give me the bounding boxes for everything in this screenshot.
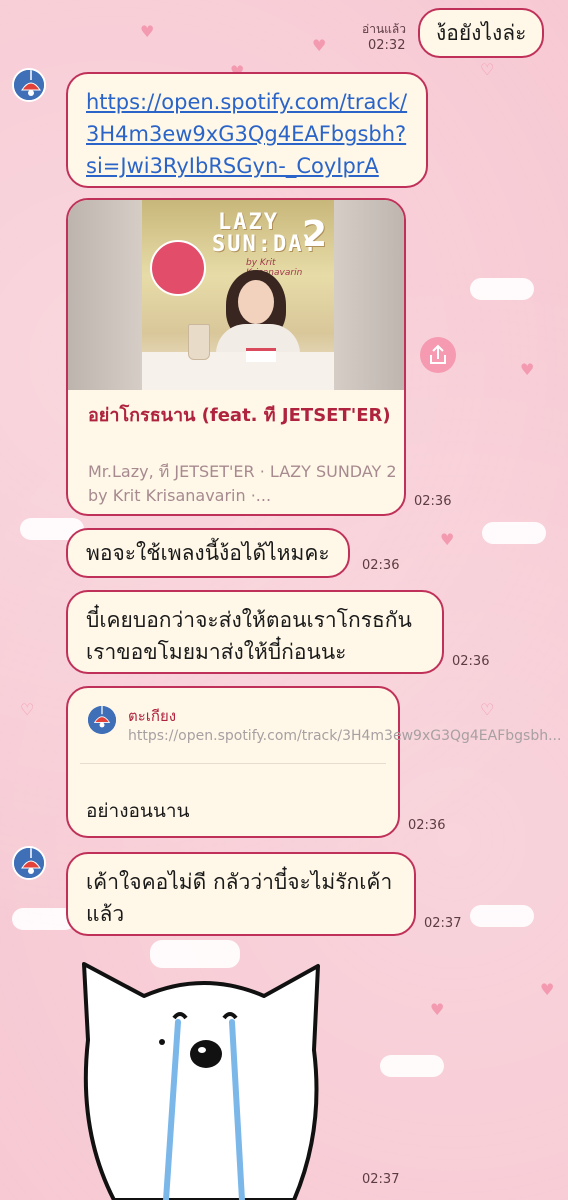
reply-message-bubble[interactable]: ตะเกียง https://open.spotify.com/track/3… bbox=[66, 686, 562, 838]
sent-message-bubble[interactable]: ง้อยังไงล่ะ bbox=[418, 8, 545, 58]
lamp-avatar-icon bbox=[14, 70, 44, 100]
message-time: 02:36 bbox=[414, 494, 452, 509]
track-title: อย่าโกรธนาน (feat. ที JETSET'ER) bbox=[88, 405, 391, 426]
quoted-message[interactable]: ตะเกียง https://open.spotify.com/track/3… bbox=[80, 700, 562, 764]
share-icon bbox=[430, 344, 446, 364]
message-text: อย่างอนนาน bbox=[86, 800, 190, 822]
album-cup bbox=[188, 324, 210, 360]
read-receipt: อ่านแล้ว bbox=[362, 22, 406, 36]
album-table bbox=[142, 352, 334, 390]
album-number: 2 bbox=[302, 214, 328, 255]
crying-dog-icon bbox=[82, 962, 320, 1200]
album-sticker bbox=[150, 240, 206, 296]
album-cake bbox=[246, 348, 276, 362]
album-cover-area: LAZY SUN:DAY 2 by Krit Krisanavarin bbox=[68, 200, 404, 390]
message-text: พอจะใช้เพลงนี้ง้อได้ไหมคะ bbox=[86, 541, 330, 565]
link-preview-card[interactable]: LAZY SUN:DAY 2 by Krit Krisanavarin อย่า… bbox=[66, 198, 406, 516]
link-message-bubble[interactable]: https://open.spotify.com/track/ 3H4m3ew9… bbox=[66, 72, 428, 188]
album-cover-image: LAZY SUN:DAY 2 by Krit Krisanavarin bbox=[142, 200, 334, 390]
message-time: 02:32 bbox=[368, 38, 406, 53]
message-text-line-2: เราขอขโมยมาส่งให้บี๋ก่อนนะ bbox=[86, 640, 347, 664]
spotify-link-line-1[interactable]: https://open.spotify.com/track/ bbox=[86, 86, 408, 118]
lamp-avatar-icon bbox=[14, 848, 44, 878]
message-text-line-1: บี๋เคยบอกว่าจะส่งให้ตอนเราโกรธกัน bbox=[86, 608, 412, 632]
message-time: 02:37 bbox=[362, 1172, 400, 1187]
share-button[interactable] bbox=[420, 337, 456, 373]
contact-avatar[interactable] bbox=[12, 846, 46, 880]
lamp-avatar-icon bbox=[88, 706, 116, 734]
received-message-bubble[interactable]: เค้าใจคอไม่ดี กลัวว่าบี๋จะไม่รักเค้า แล้… bbox=[66, 852, 416, 936]
received-message-bubble[interactable]: บี๋เคยบอกว่าจะส่งให้ตอนเราโกรธกัน เราขอข… bbox=[66, 590, 444, 674]
quoted-text: https://open.spotify.com/track/3H4m3ew9x… bbox=[128, 728, 562, 744]
message-time: 02:36 bbox=[408, 818, 446, 833]
quoted-avatar bbox=[88, 706, 116, 734]
message-text: ง้อยังไงล่ะ bbox=[436, 21, 527, 45]
message-text-line-2: แล้ว bbox=[86, 902, 125, 926]
spotify-link-line-3[interactable]: si=Jwi3RyIbRSGyn-_CoyIprA bbox=[86, 150, 408, 182]
spotify-link-line-2[interactable]: 3H4m3ew9xG3Qg4EAFbgsbh? bbox=[86, 118, 408, 150]
message-time: 02:36 bbox=[362, 558, 400, 573]
track-subtitle: Mr.Lazy, ที JETSET'ER · LAZY SUNDAY 2 by… bbox=[88, 462, 397, 505]
album-figure-face bbox=[238, 280, 274, 324]
message-text-line-1: เค้าใจคอไม่ดี กลัวว่าบี๋จะไม่รักเค้า bbox=[86, 870, 393, 894]
received-message-bubble[interactable]: พอจะใช้เพลงนี้ง้อได้ไหมคะ bbox=[66, 528, 350, 578]
message-time: 02:37 bbox=[424, 916, 462, 931]
quoted-sender-name: ตะเกียง bbox=[128, 707, 177, 725]
message-time: 02:36 bbox=[452, 654, 490, 669]
crying-dog-sticker[interactable] bbox=[74, 950, 334, 1200]
contact-avatar[interactable] bbox=[12, 68, 46, 102]
